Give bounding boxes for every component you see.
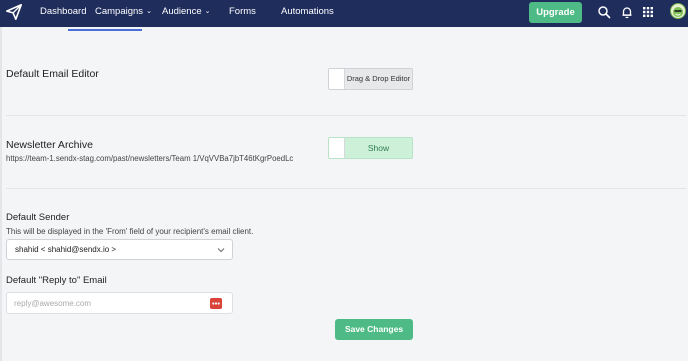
sender-description: This will be displayed in the 'From' fie… bbox=[6, 227, 254, 236]
avatar[interactable] bbox=[670, 3, 686, 19]
archive-url[interactable]: https://team-1.sendx-stag.com/past/newsl… bbox=[6, 154, 293, 163]
reply-to-input[interactable] bbox=[14, 297, 204, 310]
apps-grid-icon[interactable] bbox=[641, 5, 655, 19]
nav-automations[interactable]: Automations bbox=[281, 6, 334, 17]
save-changes-button[interactable]: Save Changes bbox=[335, 319, 413, 340]
chevron-down-icon bbox=[217, 248, 225, 253]
editor-section-title: Default Email Editor bbox=[6, 68, 99, 80]
default-sender-select[interactable]: shahid < shahid@sendx.io > bbox=[6, 239, 233, 260]
toggle-knob bbox=[329, 138, 345, 158]
default-sender-value: shahid < shahid@sendx.io > bbox=[15, 245, 117, 254]
avatar-face-icon bbox=[673, 7, 683, 17]
chevron-down-icon: ⌄ bbox=[146, 8, 152, 15]
reply-to-field[interactable] bbox=[6, 292, 233, 314]
nav-campaigns[interactable]: Campaigns ⌄ bbox=[95, 6, 152, 17]
send-logo-icon[interactable] bbox=[5, 3, 23, 21]
bell-icon[interactable] bbox=[620, 5, 634, 19]
chevron-down-icon: ⌄ bbox=[204, 8, 211, 15]
nav-dashboard[interactable]: Dashboard bbox=[40, 6, 86, 17]
archive-show-toggle[interactable]: Show bbox=[328, 137, 413, 159]
upgrade-button[interactable]: Upgrade bbox=[529, 2, 582, 23]
active-tab-indicator bbox=[68, 29, 142, 31]
search-icon[interactable] bbox=[597, 5, 611, 19]
nav-audience-label: Audience bbox=[162, 6, 202, 17]
top-navbar: Dashboard Campaigns ⌄ Audience ⌄ Forms Aut… bbox=[0, 0, 688, 27]
nav-audience[interactable]: Audience ⌄ bbox=[162, 6, 211, 17]
archive-section-title: Newsletter Archive bbox=[6, 139, 93, 151]
toggle-knob bbox=[329, 69, 345, 89]
email-editor-toggle-label: Drag & Drop Editor bbox=[346, 74, 411, 83]
sender-section-title: Default Sender bbox=[6, 212, 70, 223]
email-editor-toggle[interactable]: Drag & Drop Editor bbox=[328, 68, 413, 90]
password-manager-icon[interactable] bbox=[210, 298, 222, 309]
left-edge-divider bbox=[0, 27, 2, 361]
section-divider bbox=[6, 115, 686, 116]
nav-forms[interactable]: Forms bbox=[229, 6, 256, 17]
archive-toggle-label: Show bbox=[367, 143, 390, 153]
section-divider bbox=[6, 188, 686, 189]
reply-to-section-title: Default "Reply to" Email bbox=[6, 275, 107, 286]
nav-campaigns-label: Campaigns bbox=[95, 6, 144, 17]
